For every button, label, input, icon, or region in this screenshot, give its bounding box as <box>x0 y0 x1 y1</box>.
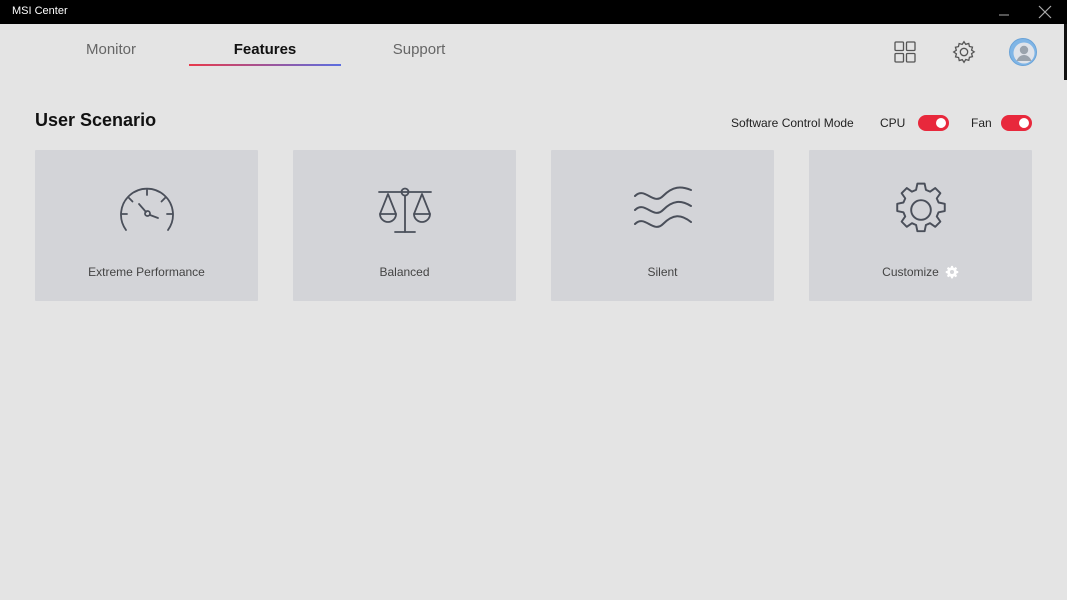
minimize-icon <box>999 14 1009 16</box>
scenario-card-extreme-performance[interactable]: Extreme Performance <box>35 150 258 301</box>
scale-icon <box>377 187 432 233</box>
settings-button[interactable] <box>950 38 978 66</box>
apps-grid-button[interactable] <box>891 38 919 66</box>
app-title: MSI Center <box>12 5 68 17</box>
gear-icon <box>952 40 976 64</box>
scenario-label: Extreme Performance <box>88 265 205 279</box>
scenario-card-silent[interactable]: Silent <box>551 150 774 301</box>
toggle-knob <box>936 118 946 128</box>
grid-icon <box>894 41 916 63</box>
scenario-card-balanced[interactable]: Balanced <box>293 150 516 301</box>
user-icon <box>1013 42 1035 64</box>
scenario-label: Balanced <box>379 265 430 279</box>
tab-features[interactable]: Features <box>189 41 341 58</box>
minimize-button[interactable] <box>984 0 1024 24</box>
speedometer-icon <box>119 187 174 231</box>
title-bar: MSI Center <box>0 0 1067 24</box>
avatar[interactable] <box>1009 38 1037 66</box>
tab-monitor[interactable]: Monitor <box>35 41 187 58</box>
scenario-label: Silent <box>647 265 678 279</box>
gear-icon <box>895 182 946 233</box>
section-title: User Scenario <box>35 110 157 130</box>
scenario-label: Customize <box>809 265 1032 279</box>
customize-settings-button[interactable] <box>945 265 959 279</box>
close-icon <box>1038 5 1052 19</box>
toggle-knob <box>1019 118 1029 128</box>
scenario-card-customize[interactable]: Customize <box>809 150 1032 301</box>
close-button[interactable] <box>1025 0 1065 24</box>
active-tab-indicator <box>189 64 341 66</box>
cpu-toggle-label: CPU <box>880 116 906 130</box>
fan-toggle[interactable] <box>1001 115 1032 131</box>
tab-support[interactable]: Support <box>343 41 495 58</box>
fan-toggle-label: Fan <box>971 116 992 130</box>
software-control-mode-label: Software Control Mode <box>731 116 854 130</box>
main-tabs: Monitor Features Support <box>0 24 600 74</box>
waves-icon <box>633 186 692 228</box>
cpu-toggle[interactable] <box>918 115 949 131</box>
gear-icon <box>945 265 959 279</box>
